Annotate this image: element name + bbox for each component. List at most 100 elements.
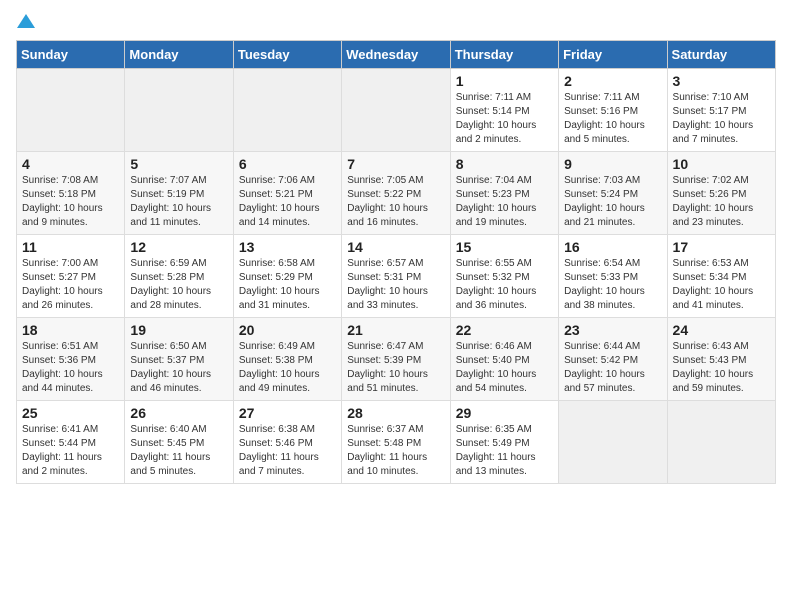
calendar-cell: 20 Sunrise: 6:49 AM Sunset: 5:38 PM Dayli… [233,318,341,401]
day-info: Sunrise: 6:46 AM Sunset: 5:40 PM Dayligh… [456,340,553,396]
calendar-cell: 10 Sunrise: 7:02 AM Sunset: 5:26 PM Dayli… [667,152,775,235]
day-info: Sunrise: 7:07 AM Sunset: 5:19 PM Dayligh… [130,174,227,230]
calendar-cell: 23 Sunrise: 6:44 AM Sunset: 5:42 PM Dayli… [559,318,667,401]
day-number: 18 [22,322,119,338]
calendar-header-tuesday: Tuesday [233,41,341,69]
day-number: 3 [673,73,770,89]
calendar-cell: 26Sunrise: 6:40 AM Sunset: 5:45 PM Dayli… [125,401,233,484]
day-info: Sunrise: 6:58 AM Sunset: 5:29 PM Dayligh… [239,257,336,313]
calendar-week-row: 1 Sunrise: 7:11 AM Sunset: 5:14 PM Daylig… [17,69,776,152]
day-info: Sunrise: 7:11 AM Sunset: 5:14 PM Dayligh… [456,91,553,147]
calendar-cell: 13 Sunrise: 6:58 AM Sunset: 5:29 PM Dayli… [233,235,341,318]
day-number: 22 [456,322,553,338]
day-number: 27 [239,405,336,421]
day-number: 9 [564,156,661,172]
day-info: Sunrise: 6:55 AM Sunset: 5:32 PM Dayligh… [456,257,553,313]
day-number: 10 [673,156,770,172]
calendar-cell [559,401,667,484]
calendar-header-wednesday: Wednesday [342,41,450,69]
calendar-header-saturday: Saturday [667,41,775,69]
calendar-cell [667,401,775,484]
day-info: Sunrise: 6:54 AM Sunset: 5:33 PM Dayligh… [564,257,661,313]
calendar-cell [342,69,450,152]
day-info: Sunrise: 6:35 AM Sunset: 5:49 PM Dayligh… [456,423,553,479]
day-number: 5 [130,156,227,172]
day-info: Sunrise: 6:49 AM Sunset: 5:38 PM Dayligh… [239,340,336,396]
day-number: 19 [130,322,227,338]
day-number: 16 [564,239,661,255]
day-number: 11 [22,239,119,255]
calendar-body: 1 Sunrise: 7:11 AM Sunset: 5:14 PM Daylig… [17,69,776,484]
day-info: Sunrise: 6:44 AM Sunset: 5:42 PM Dayligh… [564,340,661,396]
calendar-table: SundayMondayTuesdayWednesdayThursdayFrid… [16,40,776,484]
day-info: Sunrise: 7:04 AM Sunset: 5:23 PM Dayligh… [456,174,553,230]
day-info: Sunrise: 6:41 AM Sunset: 5:44 PM Dayligh… [22,423,119,479]
day-info: Sunrise: 6:43 AM Sunset: 5:43 PM Dayligh… [673,340,770,396]
day-number: 6 [239,156,336,172]
day-number: 12 [130,239,227,255]
calendar-cell: 21Sunrise: 6:47 AM Sunset: 5:39 PM Dayli… [342,318,450,401]
day-info: Sunrise: 7:11 AM Sunset: 5:16 PM Dayligh… [564,91,661,147]
day-info: Sunrise: 7:03 AM Sunset: 5:24 PM Dayligh… [564,174,661,230]
calendar-cell: 29 Sunrise: 6:35 AM Sunset: 5:49 PM Dayli… [450,401,558,484]
calendar-cell: 7 Sunrise: 7:05 AM Sunset: 5:22 PM Daylig… [342,152,450,235]
day-info: Sunrise: 7:06 AM Sunset: 5:21 PM Dayligh… [239,174,336,230]
calendar-cell: 27 Sunrise: 6:38 AM Sunset: 5:46 PM Dayli… [233,401,341,484]
calendar-week-row: 11Sunrise: 7:00 AM Sunset: 5:27 PM Dayli… [17,235,776,318]
day-info: Sunrise: 7:05 AM Sunset: 5:22 PM Dayligh… [347,174,444,230]
day-number: 2 [564,73,661,89]
calendar-cell [17,69,125,152]
calendar-cell: 5 Sunrise: 7:07 AM Sunset: 5:19 PM Daylig… [125,152,233,235]
day-number: 7 [347,156,444,172]
calendar-cell: 14Sunrise: 6:57 AM Sunset: 5:31 PM Dayli… [342,235,450,318]
day-number: 23 [564,322,661,338]
page-header [16,16,776,30]
calendar-cell: 9 Sunrise: 7:03 AM Sunset: 5:24 PM Daylig… [559,152,667,235]
calendar-cell: 6 Sunrise: 7:06 AM Sunset: 5:21 PM Daylig… [233,152,341,235]
day-number: 15 [456,239,553,255]
calendar-cell: 12 Sunrise: 6:59 AM Sunset: 5:28 PM Dayli… [125,235,233,318]
day-info: Sunrise: 6:38 AM Sunset: 5:46 PM Dayligh… [239,423,336,479]
day-number: 29 [456,405,553,421]
calendar-week-row: 25 Sunrise: 6:41 AM Sunset: 5:44 PM Dayli… [17,401,776,484]
calendar-cell: 17 Sunrise: 6:53 AM Sunset: 5:34 PM Dayli… [667,235,775,318]
day-info: Sunrise: 7:02 AM Sunset: 5:26 PM Dayligh… [673,174,770,230]
day-info: Sunrise: 6:37 AM Sunset: 5:48 PM Dayligh… [347,423,444,479]
day-info: Sunrise: 6:59 AM Sunset: 5:28 PM Dayligh… [130,257,227,313]
calendar-cell: 3 Sunrise: 7:10 AM Sunset: 5:17 PM Daylig… [667,69,775,152]
day-info: Sunrise: 6:53 AM Sunset: 5:34 PM Dayligh… [673,257,770,313]
day-number: 13 [239,239,336,255]
calendar-cell: 22 Sunrise: 6:46 AM Sunset: 5:40 PM Dayli… [450,318,558,401]
calendar-cell: 15 Sunrise: 6:55 AM Sunset: 5:32 PM Dayli… [450,235,558,318]
calendar-header-thursday: Thursday [450,41,558,69]
calendar-cell: 18 Sunrise: 6:51 AM Sunset: 5:36 PM Dayli… [17,318,125,401]
calendar-cell: 1 Sunrise: 7:11 AM Sunset: 5:14 PM Daylig… [450,69,558,152]
calendar-week-row: 18 Sunrise: 6:51 AM Sunset: 5:36 PM Dayli… [17,318,776,401]
calendar-cell: 25 Sunrise: 6:41 AM Sunset: 5:44 PM Dayli… [17,401,125,484]
calendar-cell: 2 Sunrise: 7:11 AM Sunset: 5:16 PM Daylig… [559,69,667,152]
day-number: 24 [673,322,770,338]
day-number: 25 [22,405,119,421]
calendar-cell: 4Sunrise: 7:08 AM Sunset: 5:18 PM Daylig… [17,152,125,235]
day-number: 28 [347,405,444,421]
day-number: 20 [239,322,336,338]
day-number: 1 [456,73,553,89]
day-info: Sunrise: 7:10 AM Sunset: 5:17 PM Dayligh… [673,91,770,147]
calendar-week-row: 4Sunrise: 7:08 AM Sunset: 5:18 PM Daylig… [17,152,776,235]
calendar-cell: 16 Sunrise: 6:54 AM Sunset: 5:33 PM Dayli… [559,235,667,318]
calendar-cell: 8 Sunrise: 7:04 AM Sunset: 5:23 PM Daylig… [450,152,558,235]
logo-bird-icon [17,12,35,30]
day-number: 17 [673,239,770,255]
calendar-cell: 11Sunrise: 7:00 AM Sunset: 5:27 PM Dayli… [17,235,125,318]
calendar-header-monday: Monday [125,41,233,69]
day-info: Sunrise: 7:08 AM Sunset: 5:18 PM Dayligh… [22,174,119,230]
day-info: Sunrise: 6:57 AM Sunset: 5:31 PM Dayligh… [347,257,444,313]
calendar-header-friday: Friday [559,41,667,69]
calendar-header-sunday: Sunday [17,41,125,69]
calendar-cell [125,69,233,152]
day-info: Sunrise: 6:51 AM Sunset: 5:36 PM Dayligh… [22,340,119,396]
day-number: 8 [456,156,553,172]
calendar-cell: 24 Sunrise: 6:43 AM Sunset: 5:43 PM Dayli… [667,318,775,401]
day-info: Sunrise: 6:47 AM Sunset: 5:39 PM Dayligh… [347,340,444,396]
calendar-header-row: SundayMondayTuesdayWednesdayThursdayFrid… [17,41,776,69]
